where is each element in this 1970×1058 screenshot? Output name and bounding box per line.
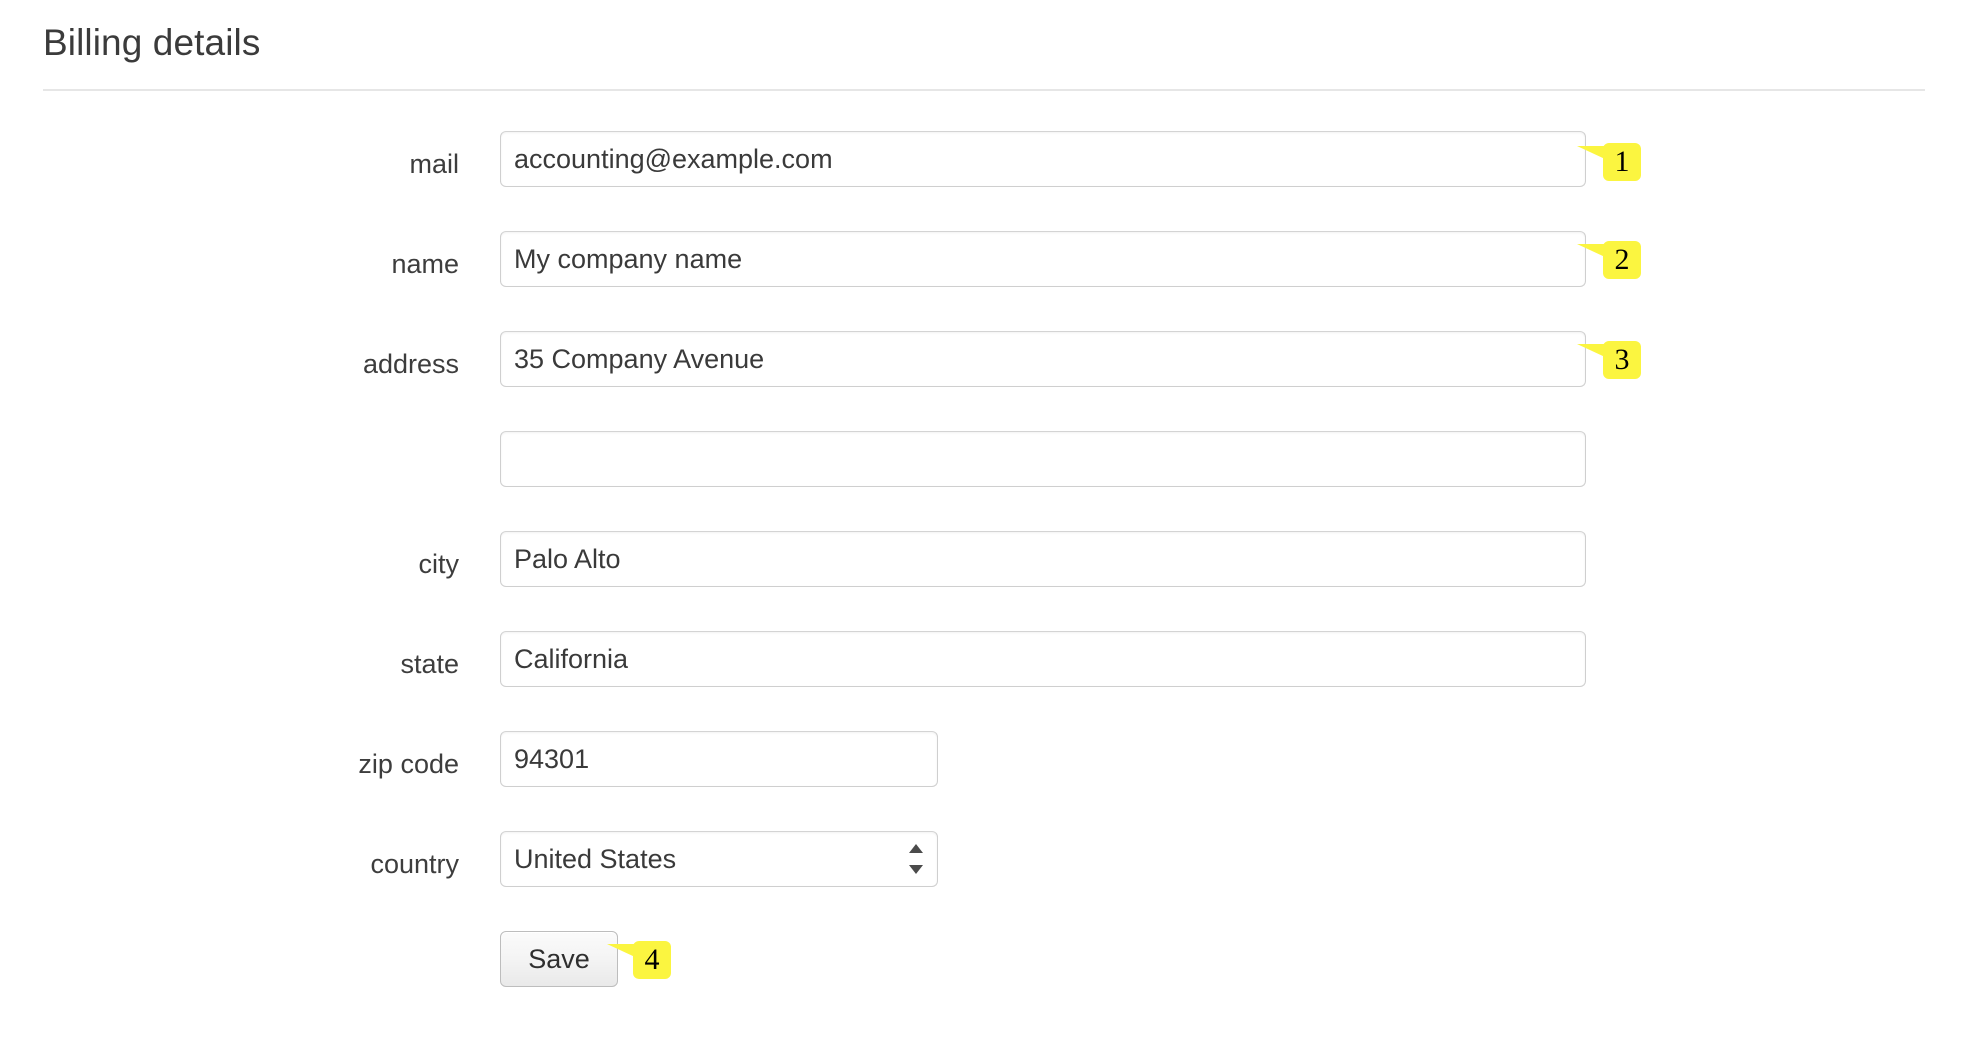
billing-details-form: mail 1 name 2 address 3 city state zip code count… bbox=[0, 131, 1970, 1021]
annotation-badge-tail bbox=[607, 944, 635, 957]
form-row: zip code bbox=[0, 731, 1970, 831]
page-title: Billing details bbox=[43, 22, 261, 63]
save-button[interactable]: Save bbox=[500, 931, 618, 987]
form-row: state bbox=[0, 631, 1970, 731]
field-label-country: country bbox=[370, 849, 459, 879]
title-divider bbox=[43, 89, 1925, 91]
field-label-city: city bbox=[418, 549, 460, 579]
field-label-mail: mail bbox=[409, 149, 459, 179]
form-row: name 2 bbox=[0, 231, 1970, 331]
annotation-badge-tail bbox=[1577, 146, 1605, 159]
form-row-save: Save 4 bbox=[0, 931, 1970, 1021]
address2-input[interactable] bbox=[500, 431, 1586, 487]
state-input[interactable] bbox=[500, 631, 1586, 687]
annotation-badge-2: 2 bbox=[1577, 241, 1641, 279]
annotation-badge-4: 4 bbox=[607, 941, 671, 979]
annotation-badge-3: 3 bbox=[1577, 341, 1641, 379]
form-row bbox=[0, 431, 1970, 531]
billing-details-page: Billing details mail 1 name 2 address 3 city st… bbox=[0, 0, 1970, 1058]
annotation-badge-1: 1 bbox=[1577, 143, 1641, 181]
annotation-badge-tail bbox=[1577, 344, 1605, 357]
city-input[interactable] bbox=[500, 531, 1586, 587]
field-label-name: name bbox=[391, 249, 459, 279]
field-label-state: state bbox=[400, 649, 459, 679]
zip-input[interactable] bbox=[500, 731, 938, 787]
annotation-badge-tail bbox=[1577, 244, 1605, 257]
field-label-zip: zip code bbox=[358, 749, 459, 779]
select-country[interactable]: United States bbox=[500, 831, 938, 887]
form-row: address 3 bbox=[0, 331, 1970, 431]
mail-input[interactable] bbox=[500, 131, 1586, 187]
select-value-country: United States bbox=[500, 831, 938, 887]
address-input[interactable] bbox=[500, 331, 1586, 387]
field-label-address: address bbox=[362, 349, 459, 379]
name-input[interactable] bbox=[500, 231, 1586, 287]
form-row: city bbox=[0, 531, 1970, 631]
form-row: country United States bbox=[0, 831, 1970, 931]
form-row: mail 1 bbox=[0, 131, 1970, 231]
